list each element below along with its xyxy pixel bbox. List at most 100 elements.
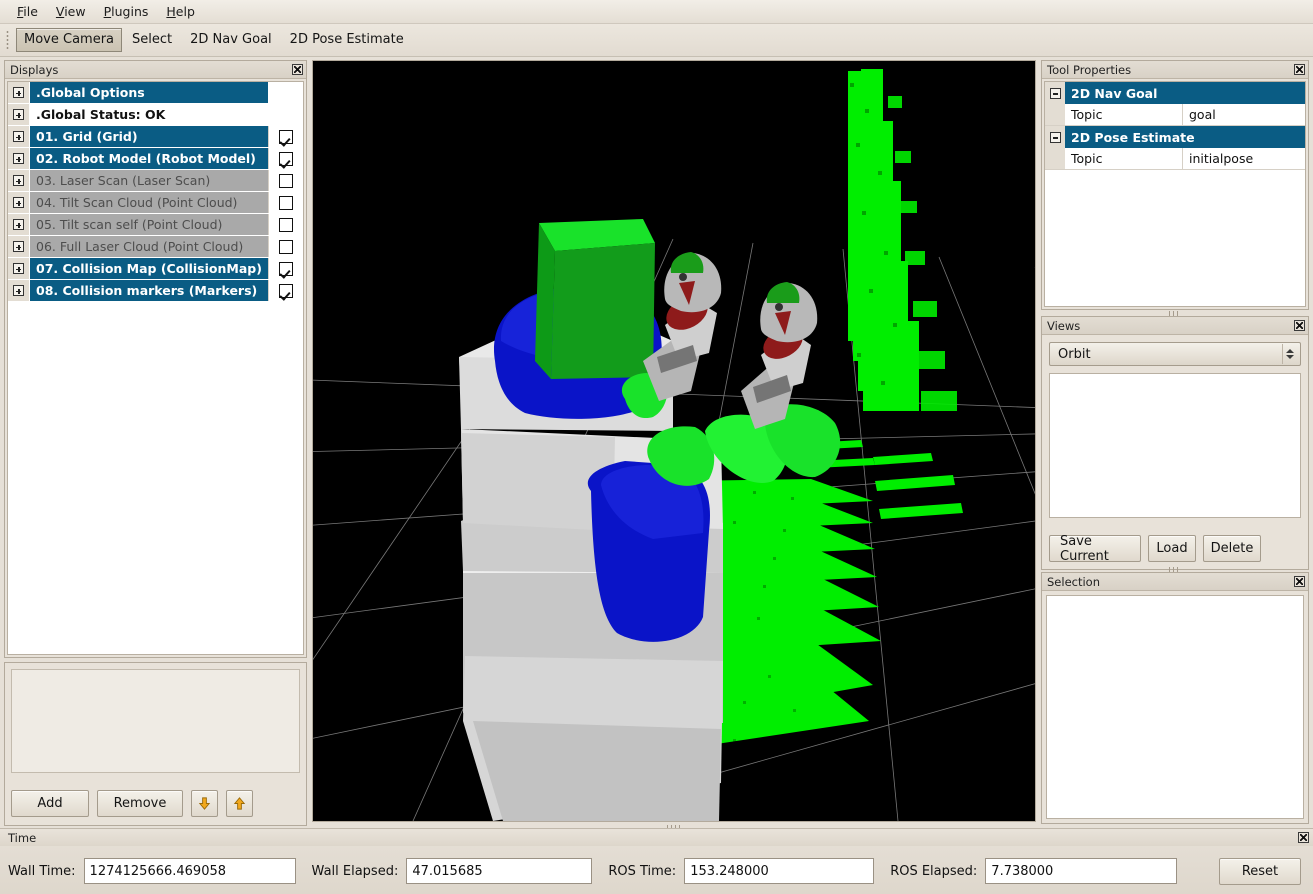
close-icon[interactable]	[292, 64, 303, 75]
display-row[interactable]: 06. Full Laser Cloud (Point Cloud)	[8, 236, 303, 258]
saved-views-list[interactable]	[1049, 373, 1301, 518]
time-fields-row: Wall Time: 1274125666.469058 Wall Elapse…	[0, 851, 1313, 891]
move-down-button[interactable]	[191, 789, 218, 817]
wall-time-field[interactable]: 1274125666.469058	[83, 858, 296, 884]
toolbar-drag-handle[interactable]	[4, 29, 12, 51]
tool-property-group-label: 2D Nav Goal	[1071, 85, 1158, 101]
checkbox-unchecked-icon	[279, 239, 293, 254]
display-enabled-checkbox[interactable]	[268, 258, 303, 279]
expand-icon[interactable]	[8, 126, 30, 147]
menu-mnemonic: H	[166, 3, 176, 19]
remove-button[interactable]: Remove	[97, 789, 183, 817]
reset-button[interactable]: Reset	[1219, 857, 1301, 885]
tool-2d-nav-goal[interactable]: 2D Nav Goal	[182, 28, 280, 52]
scene-3d	[313, 61, 1035, 821]
display-row[interactable]: .Global Options	[8, 82, 303, 104]
display-row-label: .Global Status: OK	[36, 107, 166, 122]
tool-property-name: Topic	[1065, 104, 1183, 125]
row-indent	[1045, 104, 1065, 125]
selection-list[interactable]	[1046, 595, 1304, 819]
display-enabled-checkbox[interactable]	[268, 126, 303, 147]
expand-icon[interactable]	[8, 148, 30, 169]
expand-icon[interactable]	[8, 214, 30, 235]
tool-property-row[interactable]: Topic initialpose	[1045, 148, 1305, 170]
add-button[interactable]: Add	[11, 789, 89, 817]
plus-icon	[13, 285, 24, 296]
wall-elapsed-label: Wall Elapsed:	[311, 863, 399, 879]
display-row[interactable]: 07. Collision Map (CollisionMap)	[8, 258, 303, 280]
display-row[interactable]: 01. Grid (Grid)	[8, 126, 303, 148]
tool-property-name: Topic	[1065, 148, 1183, 169]
tool-property-value[interactable]: initialpose	[1183, 148, 1305, 169]
displays-panel-title: Displays	[5, 61, 306, 79]
wall-time-label: Wall Time:	[8, 863, 76, 879]
expand-icon[interactable]	[8, 104, 30, 125]
expand-icon[interactable]	[8, 280, 30, 301]
checkbox-checked-icon	[279, 151, 293, 166]
tool-property-row[interactable]: Topic goal	[1045, 104, 1305, 126]
wall-elapsed-field[interactable]: 47.015685	[406, 858, 593, 884]
expand-icon[interactable]	[8, 236, 30, 257]
display-row[interactable]: 04. Tilt Scan Cloud (Point Cloud)	[8, 192, 303, 214]
display-row-label: 08. Collision markers (Markers)	[36, 283, 258, 298]
load-button[interactable]: Load	[1148, 535, 1196, 562]
views-panel-title: Views	[1042, 317, 1308, 335]
display-row[interactable]: 02. Robot Model (Robot Model)	[8, 148, 303, 170]
menu-help[interactable]: Help	[157, 2, 204, 22]
tool-property-group[interactable]: 2D Nav Goal	[1045, 82, 1305, 104]
close-icon[interactable]	[1294, 576, 1305, 587]
display-row[interactable]: .Global Status: OK	[8, 104, 303, 126]
ros-elapsed-field[interactable]: 7.738000	[985, 858, 1178, 884]
collapse-icon[interactable]	[1045, 82, 1065, 104]
close-icon[interactable]	[1298, 832, 1309, 843]
minus-icon	[1049, 131, 1061, 143]
menu-label: iew	[64, 3, 86, 19]
save-current-button[interactable]: Save Current	[1049, 534, 1141, 564]
menu-mnemonic: V	[55, 3, 65, 19]
delete-button[interactable]: Delete	[1203, 535, 1261, 562]
views-button-row: Save Current Load Delete	[1049, 534, 1261, 564]
render-viewport-3d[interactable]	[312, 60, 1036, 822]
tool-2d-pose-estimate[interactable]: 2D Pose Estimate	[282, 28, 412, 52]
ros-elapsed-label: ROS Elapsed:	[890, 863, 978, 879]
collapse-icon[interactable]	[1045, 126, 1065, 148]
checkbox-checked-icon	[279, 129, 293, 144]
expand-icon[interactable]	[8, 82, 30, 103]
expand-icon[interactable]	[8, 192, 30, 213]
close-icon[interactable]	[1294, 64, 1305, 75]
display-row[interactable]: 05. Tilt scan self (Point Cloud)	[8, 214, 303, 236]
display-row[interactable]: 08. Collision markers (Markers)	[8, 280, 303, 302]
menu-view[interactable]: View	[47, 2, 95, 22]
close-icon[interactable]	[1294, 320, 1305, 331]
tool-property-group[interactable]: 2D Pose Estimate	[1045, 126, 1305, 148]
displays-title-label: Displays	[10, 62, 59, 77]
move-up-button[interactable]	[226, 789, 253, 817]
tool-move-camera[interactable]: Move Camera	[16, 28, 123, 52]
display-enabled-checkbox[interactable]	[268, 170, 303, 191]
display-row-label: 03. Laser Scan (Laser Scan)	[36, 173, 211, 188]
display-row-label: 01. Grid (Grid)	[36, 129, 138, 144]
menu-file[interactable]: File	[8, 2, 47, 22]
display-enabled-checkbox[interactable]	[268, 148, 303, 169]
tool-properties-tree[interactable]: 2D Nav Goal Topic goal 2D Pose Estimate Topi…	[1044, 81, 1306, 307]
display-enabled-checkbox[interactable]	[268, 280, 303, 301]
menu-plugins[interactable]: Plugins	[95, 2, 158, 22]
time-panel-title: Time	[0, 829, 1313, 846]
ros-time-field[interactable]: 153.248000	[684, 858, 875, 884]
expand-icon[interactable]	[8, 170, 30, 191]
display-enabled-checkbox[interactable]	[268, 214, 303, 235]
checkbox-unchecked-icon	[279, 217, 293, 232]
displays-button-row: Add Remove	[11, 789, 300, 817]
displays-tree[interactable]: .Global Options .Global Status: OK 01. Gri…	[7, 81, 304, 655]
chevron-updown-icon	[1282, 344, 1296, 364]
display-properties-area	[11, 669, 300, 773]
display-enabled-checkbox[interactable]	[268, 192, 303, 213]
display-enabled-checkbox[interactable]	[268, 236, 303, 257]
menu-label: elp	[175, 3, 195, 19]
view-type-dropdown[interactable]: Orbit	[1049, 342, 1301, 366]
tool-property-value[interactable]: goal	[1183, 104, 1305, 125]
plus-icon	[13, 109, 24, 120]
tool-select[interactable]: Select	[124, 28, 180, 52]
display-row[interactable]: 03. Laser Scan (Laser Scan)	[8, 170, 303, 192]
expand-icon[interactable]	[8, 258, 30, 279]
